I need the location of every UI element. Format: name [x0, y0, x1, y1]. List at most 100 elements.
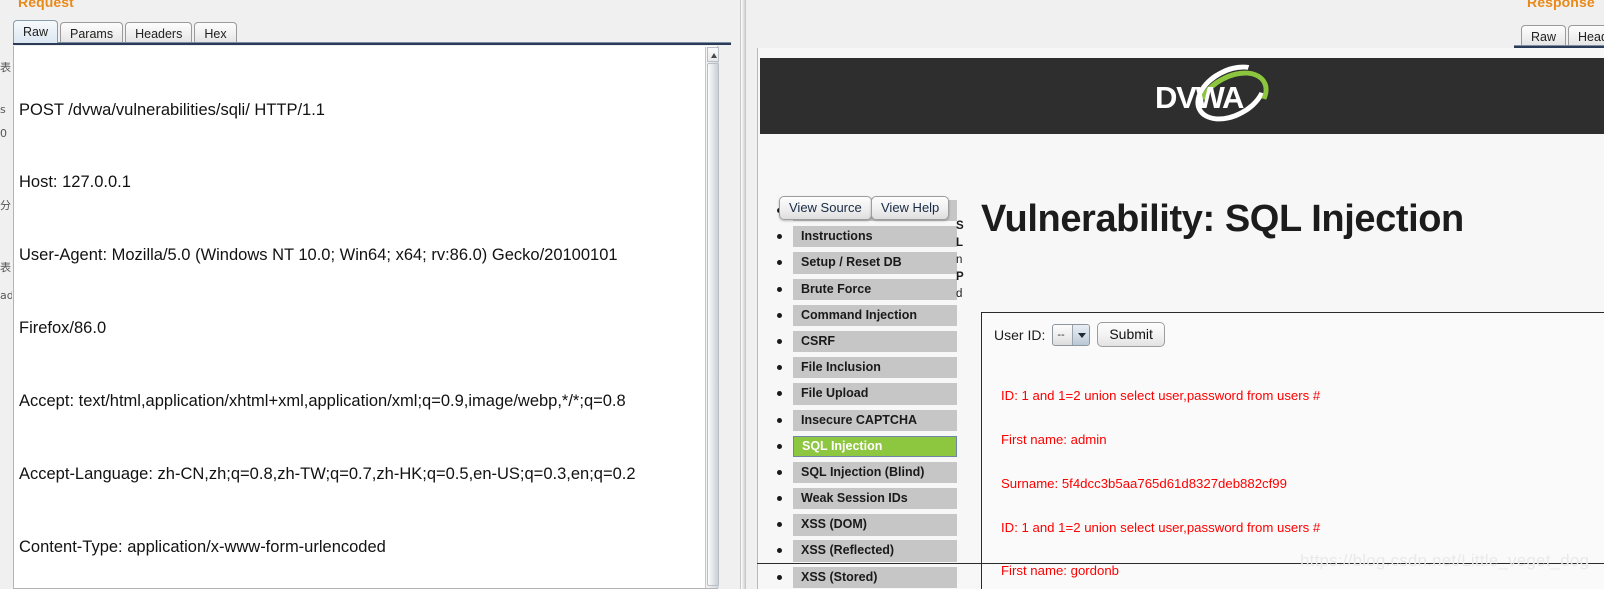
tab-request-hex[interactable]: Hex	[194, 22, 237, 44]
bullet-icon	[777, 443, 782, 449]
sidebar-item-label: SQL Injection	[793, 435, 957, 457]
sidebar-item-sql-injection[interactable]: SQL Injection	[771, 435, 957, 457]
request-raw-editor[interactable]: POST /dvwa/vulnerabilities/sqli/ HTTP/1.…	[13, 46, 718, 589]
burp-suite-repeater-window: 表 s 0 分 表 ad Request Raw Params Headers …	[0, 0, 1604, 589]
bullet-icon	[777, 312, 782, 318]
sidebar-item-label: Brute Force	[793, 278, 957, 300]
sidebar-item-brute-force[interactable]: Brute Force	[771, 278, 957, 300]
sidebar-item-weak-session-ids[interactable]: Weak Session IDs	[771, 488, 957, 510]
sidebar-item-label: XSS (Stored)	[793, 566, 957, 588]
result-line: First name: admin	[1001, 431, 1107, 447]
clipped-line: L	[956, 237, 964, 249]
request-line: Firefox/86.0	[19, 319, 107, 338]
result-line: ID: 1 and 1=2 union select user,password…	[1001, 519, 1321, 535]
bullet-icon	[777, 234, 782, 240]
clipped-line: P	[956, 271, 964, 283]
tab-request-headers[interactable]: Headers	[125, 22, 193, 44]
result-line: ID: 1 and 1=2 union select user,password…	[1001, 388, 1321, 404]
gutter-glyph-1: 表	[0, 62, 11, 73]
sidebar-item-label: CSRF	[793, 330, 957, 353]
sidebar-item-setup-reset-db[interactable]: Setup / Reset DB	[771, 252, 957, 274]
request-line: Accept-Language: zh-CN,zh;q=0.8,zh-TW;q=…	[19, 465, 636, 484]
request-tab-underline	[13, 42, 731, 45]
splitter-handle[interactable]	[740, 0, 746, 589]
request-vertical-scrollbar[interactable]	[705, 47, 719, 588]
sidebar-item-xss-dom[interactable]: XSS (DOM)	[771, 514, 957, 536]
clipped-line: d	[956, 288, 963, 300]
result-line: Surname: 5f4dcc3b5aa765d61d8327deb882cf9…	[1001, 475, 1287, 491]
clipped-line: n	[956, 254, 963, 266]
bullet-icon	[777, 548, 782, 554]
request-line: Accept: text/html,application/xhtml+xml,…	[19, 392, 626, 411]
view-source-button[interactable]: View Source	[779, 196, 872, 220]
dvwa-header-banner: DVWA	[760, 53, 1604, 139]
dvwa-page: DVWA Home Instructions Setup / Reset DB …	[759, 48, 1604, 589]
sidebar-item-label: SQL Injection (Blind)	[793, 461, 957, 484]
chevron-down-icon[interactable]	[1072, 324, 1090, 345]
response-tab-strip: Raw Headers Hex HTML Render	[1521, 22, 1604, 47]
sidebar-item-label: File Upload	[793, 383, 957, 405]
request-line: Host: 127.0.0.1	[19, 173, 131, 192]
gutter-glyph-5: 表	[0, 262, 11, 273]
bullet-icon	[777, 286, 782, 292]
bullet-icon	[777, 391, 782, 397]
bullet-icon	[777, 417, 782, 423]
sidebar-item-label: Setup / Reset DB	[793, 252, 957, 274]
user-id-label: User ID:	[994, 326, 1046, 343]
security-info-clipped-text: S L n P d	[956, 218, 970, 303]
view-help-button[interactable]: View Help	[871, 196, 950, 220]
sidebar-item-command-injection[interactable]: Command Injection	[771, 304, 957, 327]
request-line: Content-Type: application/x-www-form-url…	[19, 537, 386, 556]
request-line: POST /dvwa/vulnerabilities/sqli/ HTTP/1.…	[19, 100, 325, 119]
clipped-line: S	[956, 220, 964, 232]
tab-request-params[interactable]: Params	[60, 22, 124, 44]
bullet-icon	[777, 365, 782, 371]
gutter-glyph-4: 分	[0, 200, 11, 211]
request-raw-text: POST /dvwa/vulnerabilities/sqli/ HTTP/1.…	[19, 49, 717, 588]
sidebar-item-label: Weak Session IDs	[793, 488, 957, 510]
gutter-glyph-6: ad	[0, 290, 12, 301]
user-id-select[interactable]: --	[1052, 323, 1091, 346]
response-pane-label: Response	[1527, 0, 1595, 10]
sidebar-item-label: XSS (Reflected)	[793, 540, 957, 562]
user-id-form-row: User ID: -- Submit	[994, 322, 1165, 347]
bullet-icon	[777, 496, 782, 502]
request-pane-label: Request	[18, 0, 74, 10]
scroll-up-arrow-icon[interactable]	[707, 47, 719, 62]
sidebar-item-xss-stored[interactable]: XSS (Stored)	[771, 566, 957, 588]
watermark-text: https://blog.csdn.net/Little_veget_dog	[1300, 551, 1590, 570]
tab-response-headers[interactable]: Headers	[1568, 25, 1604, 47]
request-line: User-Agent: Mozilla/5.0 (Windows NT 10.0…	[19, 246, 618, 265]
sidebar-item-instructions[interactable]: Instructions	[771, 226, 957, 248]
scrollbar-thumb[interactable]	[707, 63, 719, 586]
page-title: Vulnerability: SQL Injection	[981, 198, 1464, 240]
bullet-icon	[777, 469, 782, 475]
bullet-icon	[777, 522, 782, 528]
sidebar-item-file-inclusion[interactable]: File Inclusion	[771, 357, 957, 379]
dvwa-logo-text: DVWA	[1155, 80, 1244, 115]
pane-splitter[interactable]	[731, 0, 757, 589]
sidebar-item-label: Instructions	[793, 226, 957, 248]
user-id-select-value: --	[1057, 328, 1065, 341]
sidebar-item-csrf[interactable]: CSRF	[771, 330, 957, 353]
sidebar-item-insecure-captcha[interactable]: Insecure CAPTCHA	[771, 409, 957, 431]
bullet-icon	[777, 260, 782, 266]
submit-button[interactable]: Submit	[1097, 322, 1165, 347]
sidebar-item-file-upload[interactable]: File Upload	[771, 383, 957, 405]
sidebar-item-xss-reflected[interactable]: XSS (Reflected)	[771, 540, 957, 562]
response-pane: Response Raw Headers Hex HTML Render DVW…	[757, 0, 1604, 589]
sidebar-item-sql-injection-blind[interactable]: SQL Injection (Blind)	[771, 461, 957, 484]
tab-response-raw[interactable]: Raw	[1521, 25, 1567, 47]
sidebar-item-label: File Inclusion	[793, 357, 957, 379]
request-tab-strip: Raw Params Headers Hex	[13, 19, 237, 44]
response-render-frame: DVWA Home Instructions Setup / Reset DB …	[757, 48, 1604, 589]
gutter-glyph-2: s	[0, 104, 6, 115]
request-pane: 表 s 0 分 表 ad Request Raw Params Headers …	[0, 0, 731, 589]
sidebar-item-label: Insecure CAPTCHA	[793, 409, 957, 431]
sql-injection-form-box: User ID: -- Submit ID: 1 and 1=2 union s…	[981, 312, 1604, 589]
bullet-icon	[777, 574, 782, 580]
tab-request-raw[interactable]: Raw	[13, 20, 59, 43]
sidebar-item-label: Command Injection	[793, 304, 957, 327]
sidebar-item-label: XSS (DOM)	[793, 514, 957, 536]
bullet-icon	[777, 338, 782, 344]
